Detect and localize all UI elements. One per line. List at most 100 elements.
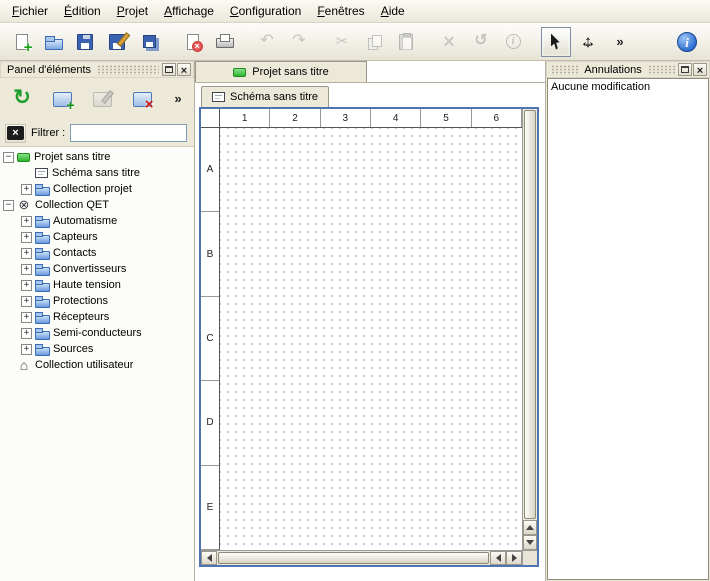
open-document-button[interactable] (38, 27, 68, 57)
menu-fichier[interactable]: Fichier (4, 1, 56, 21)
qelectrotech-window: FichierÉditionProjetAffichageConfigurati… (0, 0, 710, 581)
cut-button[interactable] (327, 27, 357, 57)
expand-icon[interactable]: + (21, 184, 32, 195)
expand-icon[interactable]: + (21, 296, 32, 307)
scroll-left-button-secondary[interactable] (490, 551, 506, 565)
undo-button[interactable] (252, 27, 282, 57)
save-as-button[interactable] (102, 27, 132, 57)
tree-item-label: Convertisseurs (53, 263, 126, 275)
collapse-icon[interactable]: − (3, 200, 14, 211)
tab-project[interactable]: Projet sans titre (195, 61, 367, 82)
close-file-button[interactable] (177, 27, 207, 57)
tree-item-semi-conducteurs[interactable]: +Semi-conducteurs (0, 325, 194, 341)
tree-item-projet-sans-titre[interactable]: −Projet sans titre (0, 149, 194, 165)
expand-icon[interactable]: + (21, 216, 32, 227)
printer-icon (215, 34, 234, 49)
expand-icon[interactable]: + (21, 280, 32, 291)
diagram-canvas[interactable] (220, 128, 522, 550)
vertical-scrollbar[interactable] (522, 109, 537, 550)
copy-button[interactable] (359, 27, 389, 57)
horizontal-scrollbar-thumb[interactable] (218, 552, 489, 564)
tree-item-automatisme[interactable]: + Automatisme (0, 213, 194, 229)
elements-panel: Panel d'éléments Filtrer : −Projet sans … (0, 61, 195, 581)
collapse-icon[interactable]: − (3, 152, 14, 163)
redo-button[interactable] (284, 27, 314, 57)
tree-item-collection-projet[interactable]: +Collection projet (0, 181, 194, 197)
tree-item-sources[interactable]: +Sources (0, 341, 194, 357)
horizontal-scrollbar[interactable] (201, 550, 522, 565)
new-document-button[interactable] (6, 27, 36, 57)
new-element-button[interactable] (46, 84, 78, 114)
dock-grip[interactable] (551, 65, 578, 75)
menu-projet[interactable]: Projet (109, 1, 156, 21)
menu-edition[interactable]: Édition (56, 1, 109, 21)
project-icon (233, 68, 246, 77)
paste-button[interactable] (391, 27, 421, 57)
expand-icon[interactable]: + (21, 232, 32, 243)
elements-panel-float-button[interactable] (162, 63, 176, 76)
vertical-scrollbar-thumb[interactable] (524, 110, 536, 519)
workspace: Panel d'éléments Filtrer : −Projet sans … (0, 61, 710, 581)
filter-input[interactable] (70, 124, 187, 142)
scroll-left-button[interactable] (201, 551, 217, 565)
print-button[interactable] (209, 27, 239, 57)
menu-fenetres[interactable]: Fenêtres (309, 1, 372, 21)
tree-item-collection-utilisateur[interactable]: Collection utilisateur (0, 357, 194, 373)
ruler-row-e: E (201, 466, 219, 550)
scroll-right-button[interactable] (506, 551, 522, 565)
ruler-column-6: 6 (472, 109, 522, 127)
mdi-area: Projet sans titre Schéma sans titre 1234… (195, 61, 545, 581)
scissors-icon (334, 33, 350, 51)
tree-item-label: Automatisme (53, 215, 117, 227)
save-button[interactable] (70, 27, 100, 57)
delete-button[interactable] (434, 27, 464, 57)
pan-mode-button[interactable] (573, 27, 603, 57)
expand-icon[interactable]: + (21, 312, 32, 323)
edit-element-button[interactable] (86, 84, 118, 114)
dock-grip[interactable] (648, 65, 675, 75)
triangle-down-icon (526, 540, 534, 545)
modes-overflow-button[interactable] (605, 27, 635, 57)
tree-item-collection-qet[interactable]: −Collection QET (0, 197, 194, 213)
save-all-button[interactable] (134, 27, 164, 57)
expand-icon[interactable]: + (21, 328, 32, 339)
ruler-rows: ABCDE (201, 128, 220, 550)
menubar: FichierÉditionProjetAffichageConfigurati… (0, 0, 710, 23)
folder-icon (35, 215, 49, 227)
schema-view: 123456 ABCDE (199, 107, 539, 567)
delete-element-button[interactable] (126, 84, 158, 114)
undo-arrow-icon (258, 33, 276, 51)
tree-item-recepteurs[interactable]: +Récepteurs (0, 309, 194, 325)
menu-affichage[interactable]: Affichage (156, 1, 222, 21)
undo-panel-float-button[interactable] (678, 63, 692, 76)
tree-item-schema-sans-titre[interactable]: Schéma sans titre (0, 165, 194, 181)
reload-collections-button[interactable] (6, 84, 38, 114)
expand-icon[interactable]: + (21, 344, 32, 355)
chevron-double-icon (614, 33, 626, 51)
undo-panel-close-button[interactable] (693, 63, 707, 76)
tree-item-capteurs[interactable]: +Capteurs (0, 229, 194, 245)
expand-icon[interactable]: + (21, 248, 32, 259)
tree-item-haute-tension[interactable]: +Haute tension (0, 277, 194, 293)
rotate-button[interactable] (466, 27, 496, 57)
about-qet-button[interactable] (672, 27, 702, 57)
select-mode-button[interactable] (541, 27, 571, 57)
home-icon (17, 358, 31, 372)
expand-icon[interactable]: + (21, 264, 32, 275)
tree-item-contacts[interactable]: +Contacts (0, 245, 194, 261)
tree-item-convertisseurs[interactable]: + Convertisseurs (0, 261, 194, 277)
tab-schema[interactable]: Schéma sans titre (201, 86, 329, 107)
tree-item-protections[interactable]: +Protections (0, 293, 194, 309)
menu-aide[interactable]: Aide (373, 1, 413, 21)
menu-configuration[interactable]: Configuration (222, 1, 309, 21)
scroll-down-button[interactable] (523, 535, 537, 550)
triangle-right-icon (512, 554, 517, 562)
clear-filter-button[interactable] (5, 124, 26, 143)
elements-panel-close-button[interactable] (177, 63, 191, 76)
dock-grip[interactable] (97, 65, 159, 75)
elements-toolbar-overflow-button[interactable] (170, 89, 186, 109)
scroll-up-button[interactable] (523, 520, 537, 535)
close-icon (181, 63, 187, 77)
floppy-all-icon (143, 35, 156, 48)
diagram-info-button[interactable] (498, 27, 528, 57)
